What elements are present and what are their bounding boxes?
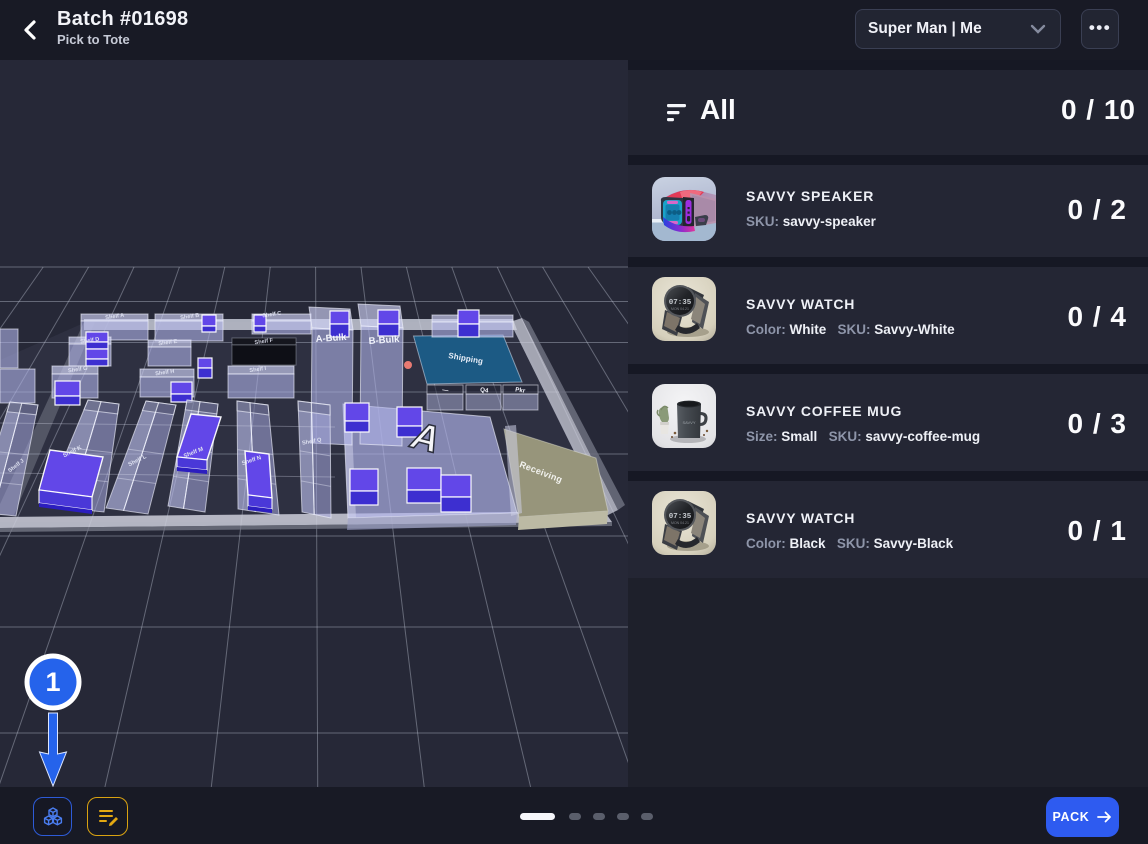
svg-text:B-Bulk: B-Bulk: [368, 334, 400, 347]
svg-text:MON 04.21: MON 04.21: [671, 521, 689, 525]
svg-text:Q4: Q4: [480, 386, 490, 394]
svg-text:MON 04.21: MON 04.21: [671, 307, 689, 311]
svg-text:1: 1: [45, 667, 60, 697]
svg-text:07:35: 07:35: [669, 513, 692, 521]
svg-text:A-Bulk: A-Bulk: [315, 332, 347, 345]
svg-text:07:35: 07:35: [669, 299, 692, 307]
svg-text:SAVVY: SAVVY: [682, 420, 695, 425]
